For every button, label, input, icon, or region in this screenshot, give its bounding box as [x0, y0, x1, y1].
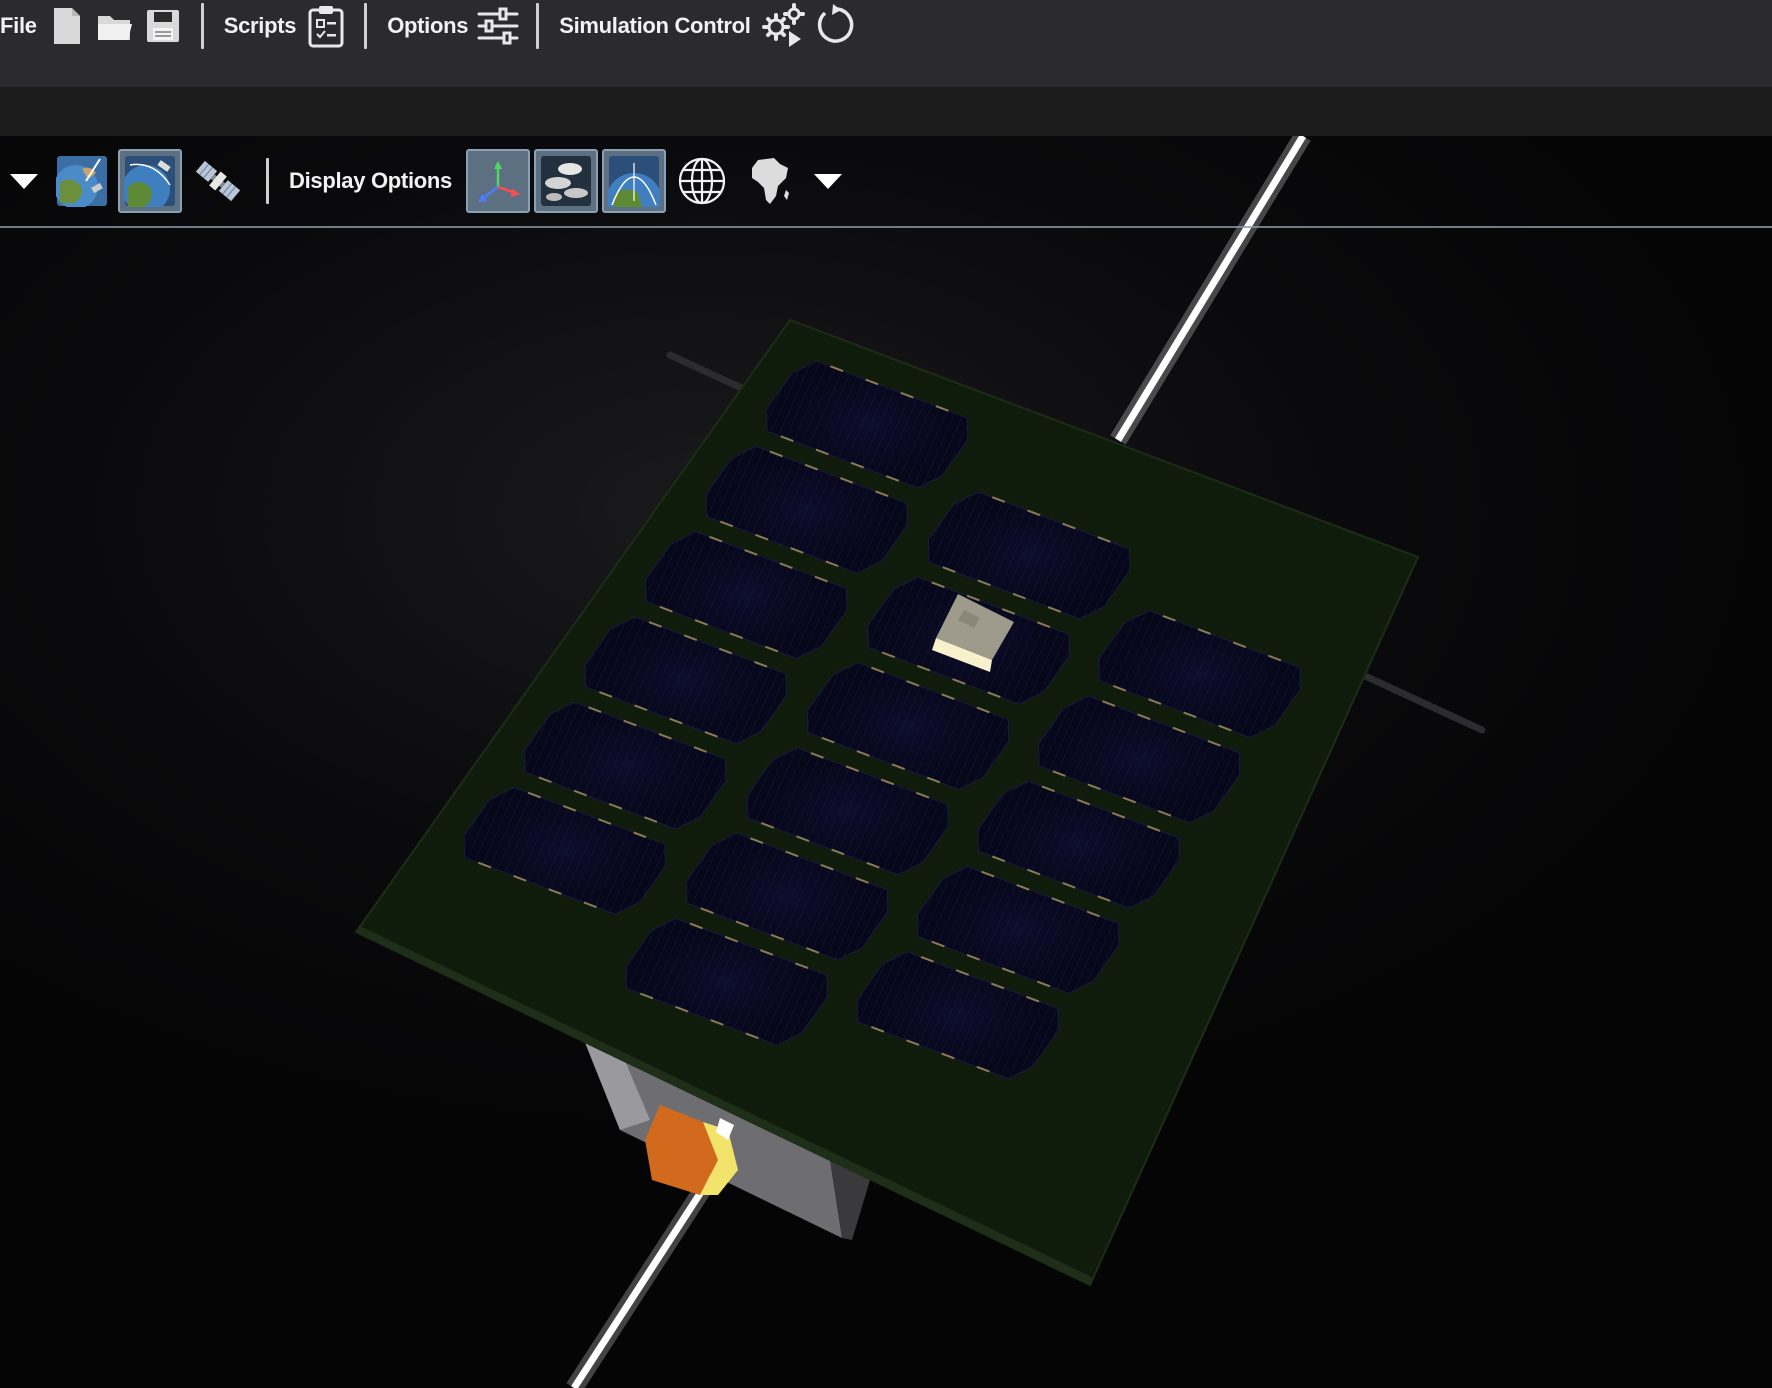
globe-grid-icon[interactable] [670, 149, 734, 213]
satellite-icon[interactable] [186, 149, 250, 213]
open-folder-icon[interactable] [93, 4, 137, 48]
atmosphere-icon[interactable] [601, 149, 666, 213]
file-menu[interactable]: File [0, 13, 43, 39]
display-options-label[interactable]: Display Options [283, 168, 458, 194]
save-floppy-icon[interactable] [141, 4, 185, 48]
display-toolbar: Display Options [0, 136, 1772, 228]
menu-separator [200, 3, 204, 49]
menu-bar: File Scripts Options Simulation Control [0, 0, 1772, 87]
clouds-icon[interactable] [533, 149, 598, 213]
3d-viewport[interactable] [0, 136, 1772, 1388]
toolbar-separator [266, 158, 269, 204]
scripts-menu[interactable]: Scripts [218, 13, 302, 39]
secondary-toolbar-area [0, 87, 1772, 136]
nadir-vector-beam [566, 1170, 720, 1388]
menu-row: File Scripts Options Simulation Control [0, 0, 859, 52]
satellite-earth-view-icon[interactable] [50, 149, 114, 213]
dropdown-arrow-icon [10, 173, 38, 189]
satellite-scene [354, 136, 1486, 1388]
simulation-app: File Scripts Options Simulation Control [0, 0, 1772, 1388]
africa-continent-icon[interactable] [738, 149, 802, 213]
gears-play-icon[interactable] [759, 3, 809, 48]
options-menu[interactable]: Options [381, 13, 474, 39]
earth-orbit-view-icon[interactable] [118, 149, 182, 213]
axes-icon[interactable] [465, 149, 530, 213]
clipboard-checklist-icon[interactable] [304, 4, 348, 48]
display-options-dropdown[interactable] [806, 149, 850, 213]
new-file-icon[interactable] [45, 4, 89, 48]
menu-separator [364, 3, 368, 49]
dropdown-arrow-icon [813, 173, 842, 189]
reset-icon[interactable] [813, 4, 857, 48]
sliders-icon[interactable] [476, 4, 520, 48]
view-menu-dropdown[interactable] [2, 149, 46, 213]
menu-separator [536, 3, 540, 49]
simulation-control-menu[interactable]: Simulation Control [553, 13, 756, 39]
toolbar-divider-line [0, 226, 1772, 228]
